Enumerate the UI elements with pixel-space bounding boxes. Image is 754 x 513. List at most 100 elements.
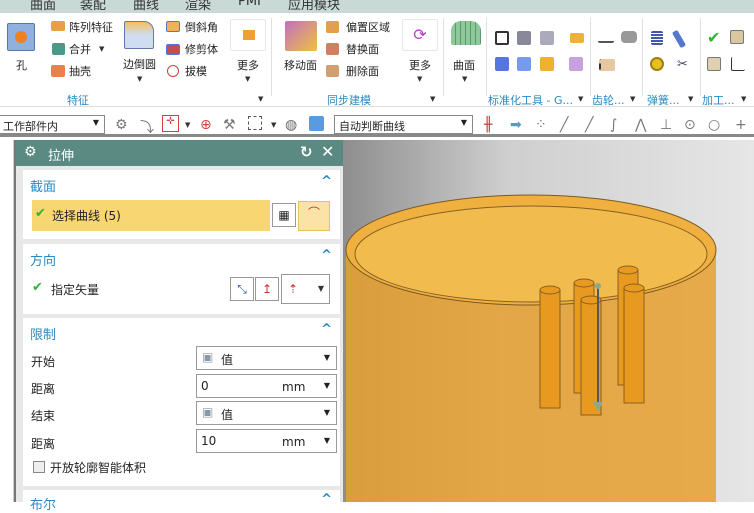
move-face-icon bbox=[285, 21, 317, 51]
replace-face-button[interactable]: 替换面 bbox=[346, 41, 379, 57]
draft-button[interactable]: 拔模 bbox=[185, 63, 207, 79]
delete-spring-icon[interactable]: ✂ bbox=[677, 57, 691, 72]
dialog-header: ⚙ 拉伸 ↻ ✕ bbox=[16, 140, 343, 166]
delete-face-button[interactable]: 删除面 bbox=[346, 63, 379, 79]
limits-group: 限制 ^ 开始 ▣ 值 ▼ 距离 0 mm ▼ 结束 ▣ 值 ▼ 距离 10 mm ▼ 开放轮廓… bbox=[23, 318, 340, 486]
collapse-section-icon[interactable]: ^ bbox=[321, 174, 332, 189]
curve-button[interactable]: ⌒ bbox=[298, 201, 330, 231]
chamfer-button[interactable]: 倒斜角 bbox=[185, 19, 218, 35]
collapse-direction-icon[interactable]: ^ bbox=[321, 248, 332, 263]
layers-icon[interactable] bbox=[517, 31, 531, 45]
close-icon[interactable]: ✕ bbox=[321, 142, 334, 161]
menu-render[interactable]: 渲染 bbox=[185, 0, 211, 13]
machining-axis-icon[interactable] bbox=[731, 57, 745, 71]
trim-body-button[interactable]: 修剪体 bbox=[185, 41, 218, 57]
collapse-boolean-icon[interactable]: ^ bbox=[321, 492, 332, 507]
more-features-button[interactable]: 更多 bbox=[237, 57, 259, 73]
reverse-direction-button[interactable]: ⤡ bbox=[230, 277, 254, 301]
snap-scatter-icon[interactable]: ⁘ bbox=[535, 117, 547, 133]
snap-midpoint-icon[interactable]: ╱ bbox=[585, 117, 593, 133]
cylinder-top-inner bbox=[354, 205, 708, 303]
database-icon[interactable] bbox=[540, 31, 554, 45]
export-icon[interactable] bbox=[569, 57, 583, 71]
cube-icon[interactable] bbox=[309, 116, 324, 131]
tag-icon[interactable] bbox=[570, 33, 584, 43]
menu-application[interactable]: 应用模块 bbox=[288, 0, 340, 13]
shell-button[interactable]: 抽壳 bbox=[69, 63, 91, 79]
curve-rule-dropdown[interactable]: 自动判断曲线 ▼ bbox=[334, 115, 473, 134]
vector-type-dropdown[interactable]: ⇡ ▼ bbox=[281, 274, 330, 304]
vector-dialog-button[interactable]: ↥ bbox=[255, 277, 279, 301]
graphics-viewport[interactable] bbox=[343, 140, 754, 510]
machining-check-icon[interactable]: ✔ bbox=[707, 28, 723, 47]
snap-point-plus-icon[interactable]: + bbox=[735, 117, 747, 133]
menu-curve[interactable]: 曲线 bbox=[133, 0, 159, 13]
dialog-title: 拉伸 bbox=[48, 149, 75, 164]
selection-scope-dropdown[interactable]: 工作部件内 ▼ bbox=[0, 115, 105, 134]
specify-vector-label: 指定矢量 bbox=[51, 283, 100, 297]
move-face-button[interactable]: 移动面 bbox=[284, 57, 317, 73]
surface-button[interactable]: 曲面 bbox=[453, 57, 475, 73]
gear-list-icon[interactable] bbox=[599, 59, 615, 71]
trim-body-icon bbox=[166, 44, 180, 55]
check-part-icon[interactable] bbox=[495, 57, 509, 71]
machining-grid-icon[interactable] bbox=[707, 57, 721, 71]
snap-arrow-icon[interactable]: ➡ bbox=[510, 117, 522, 133]
offset-region-button[interactable]: 偏置区域 bbox=[346, 19, 390, 35]
unite-icon bbox=[52, 43, 65, 55]
check-body-icon[interactable] bbox=[540, 57, 554, 71]
snap-filter-icon[interactable]: ✛ bbox=[162, 115, 179, 132]
menu-surface[interactable]: 曲面 bbox=[30, 0, 56, 13]
reset-icon[interactable]: ↻ bbox=[300, 143, 313, 161]
eraser-icon[interactable]: ◍ bbox=[285, 117, 297, 133]
snap-perp-icon[interactable]: ⊥ bbox=[660, 117, 672, 133]
settings-gear-icon[interactable]: ⚙ bbox=[24, 144, 37, 160]
filter-icon[interactable]: ⚙ bbox=[115, 117, 128, 133]
machining-table-icon[interactable] bbox=[730, 30, 744, 44]
snap-end-icon[interactable]: ╫ bbox=[484, 117, 492, 133]
spring-icon[interactable] bbox=[651, 31, 663, 45]
snap-line-icon[interactable]: ╱ bbox=[560, 117, 568, 133]
end-type-dropdown[interactable]: ▣ 值 ▼ bbox=[196, 401, 337, 425]
check-tool-icon[interactable] bbox=[517, 57, 531, 71]
tension-spring-icon[interactable] bbox=[671, 29, 687, 49]
gear-tool2-icon[interactable] bbox=[621, 31, 637, 43]
pins bbox=[539, 265, 645, 416]
snap-curve-icon[interactable]: ∫ bbox=[610, 117, 617, 133]
select-curve-row[interactable]: ✔ 选择曲线 (5) bbox=[32, 200, 270, 231]
end-unit[interactable]: mm bbox=[282, 435, 305, 449]
collapse-limits-icon[interactable]: ^ bbox=[321, 322, 332, 337]
draft-icon bbox=[167, 65, 179, 77]
replace-face-icon bbox=[326, 43, 339, 55]
start-distance-input[interactable]: 0 mm ▼ bbox=[196, 374, 337, 398]
sketch-section-button[interactable]: ▦ bbox=[272, 203, 296, 227]
start-distance-value: 0 bbox=[201, 379, 209, 393]
selection-scope-value: 工作部件内 bbox=[3, 120, 58, 133]
direction-group: 方向 ^ ✔ 指定矢量 ⤡ ↥ ⇡ ▼ bbox=[23, 244, 340, 314]
start-unit[interactable]: mm bbox=[282, 380, 305, 394]
chamfer-icon bbox=[166, 21, 180, 32]
disc-spring-icon[interactable] bbox=[650, 57, 664, 71]
pattern-icon bbox=[51, 21, 65, 31]
snap-point-icon[interactable]: ⊕ bbox=[200, 117, 212, 133]
pattern-feature-button[interactable]: 阵列特征 bbox=[69, 19, 113, 35]
rectangle-select-icon[interactable] bbox=[248, 116, 262, 130]
more-sync-button[interactable]: 更多 bbox=[409, 57, 431, 73]
ribbon: 孔 阵列特征 合并 ▼ 抽壳 边倒圆 ▼ 倒斜角 修剪体 拔模 更多 ▼ 特征 … bbox=[0, 13, 754, 107]
feature-group-dropdown[interactable]: ▼ bbox=[258, 95, 263, 103]
end-distance-input[interactable]: 10 mm ▼ bbox=[196, 429, 337, 453]
open-profile-checkbox[interactable] bbox=[33, 461, 45, 473]
menu-pmi[interactable]: PMI bbox=[238, 0, 261, 9]
snap-quadrant-icon[interactable]: ○ bbox=[708, 117, 720, 133]
menu-assembly[interactable]: 装配 bbox=[80, 0, 106, 13]
filter2-icon[interactable]: ⤵ bbox=[140, 117, 154, 137]
edge-blend-button[interactable]: 边倒圆 bbox=[123, 56, 156, 72]
unite-button[interactable]: 合并 bbox=[69, 41, 91, 57]
tool-icon[interactable] bbox=[495, 31, 509, 45]
gear-tool-icon[interactable] bbox=[598, 33, 614, 43]
select-tool-icon[interactable]: ⚒ bbox=[223, 117, 236, 133]
surface-icon bbox=[451, 21, 481, 45]
snap-center-icon[interactable]: ⊙ bbox=[684, 117, 696, 133]
start-type-dropdown[interactable]: ▣ 值 ▼ bbox=[196, 346, 337, 370]
snap-poly-icon[interactable]: ⋀ bbox=[635, 117, 646, 133]
